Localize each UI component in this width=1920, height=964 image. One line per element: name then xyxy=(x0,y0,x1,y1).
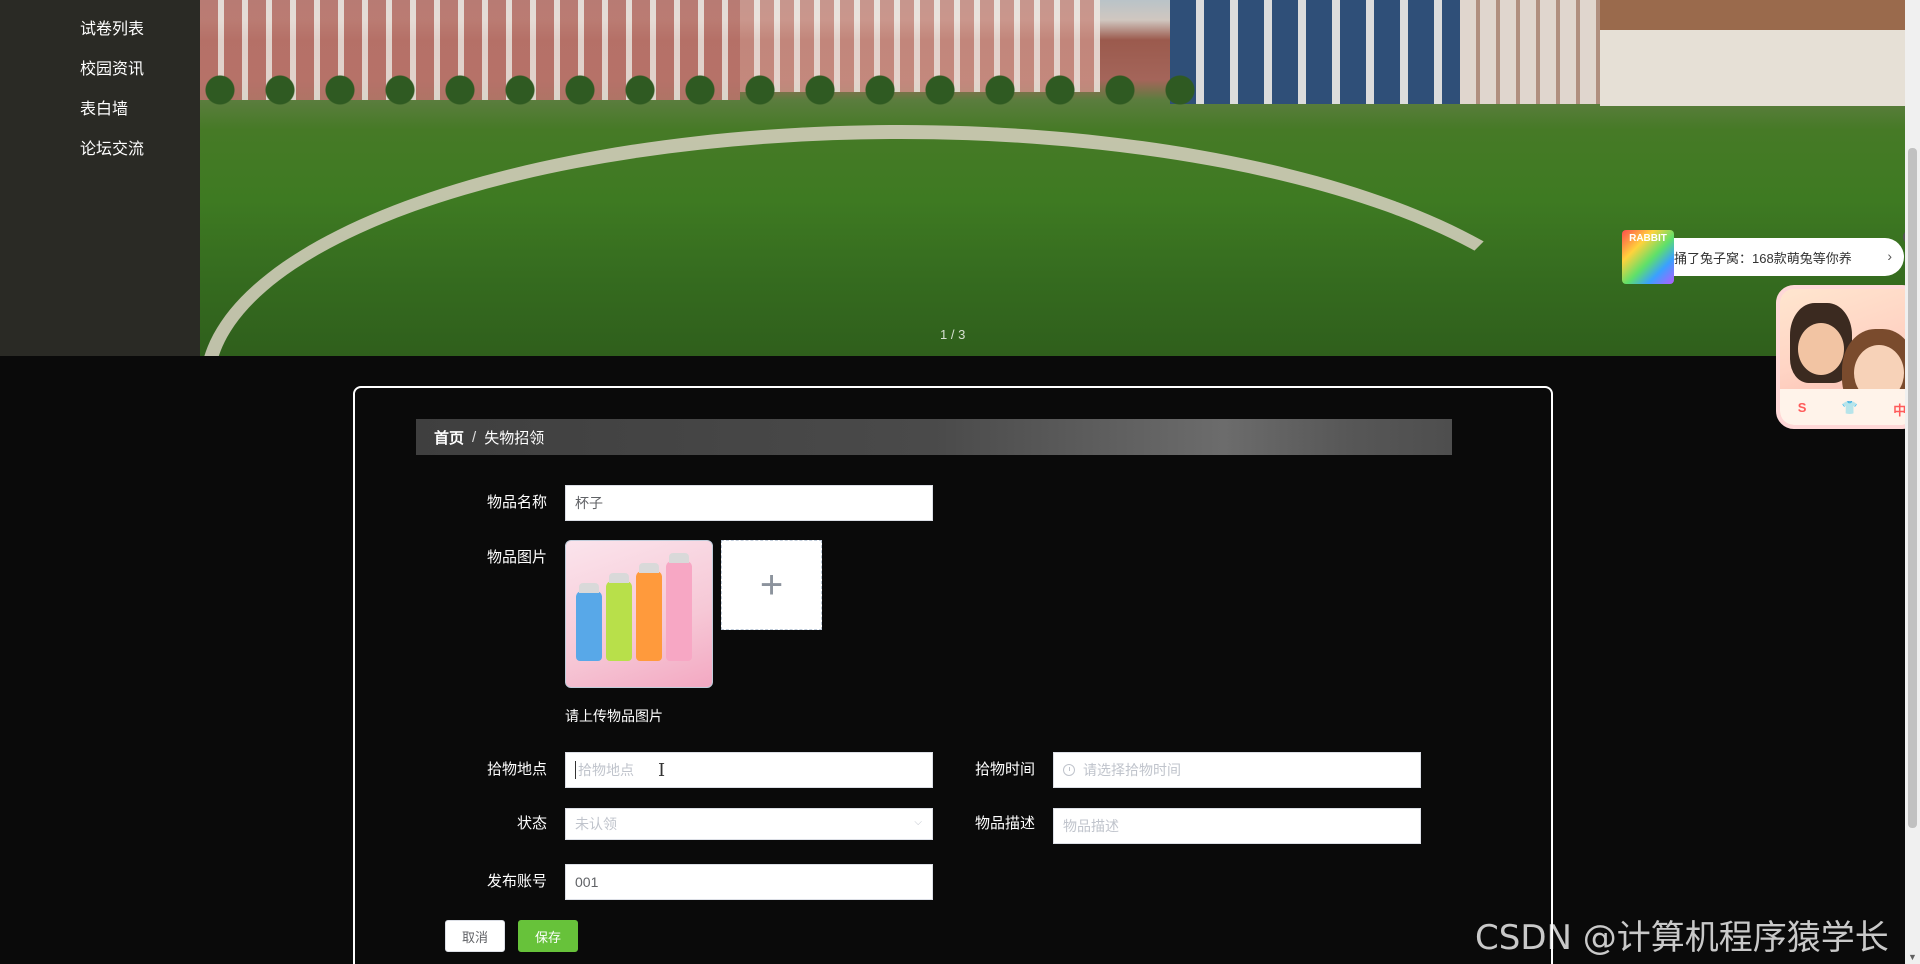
sidebar: 试卷列表 校园资讯 表白墙 论坛交流 xyxy=(0,0,200,356)
sidebar-item-campus-news[interactable]: 校园资讯 xyxy=(80,55,144,79)
chevron-right-icon: › xyxy=(1887,248,1892,264)
ad-banner-text: 捅了兔子窝：168款萌兔等你养 xyxy=(1674,250,1852,266)
description-label: 物品描述 xyxy=(974,815,1035,832)
carousel-indicator: 1 / 3 xyxy=(940,327,966,342)
ad-control-shirt-icon[interactable]: 👕 xyxy=(1842,400,1858,419)
pickup-time-placeholder: 请选择拾物时间 xyxy=(1083,762,1181,778)
status-selected-value: 未认领 xyxy=(575,816,617,832)
item-name-input[interactable]: 杯子 xyxy=(565,485,933,521)
cup-shape xyxy=(576,583,602,661)
ad-banner[interactable]: RABBIT 捅了兔子窝：168款萌兔等你养 › xyxy=(1622,230,1904,284)
image-upload-hint: 请上传物品图片 xyxy=(565,708,663,724)
description-input[interactable]: 物品描述 xyxy=(1053,808,1421,844)
plus-icon: + xyxy=(759,563,784,607)
cup-shape xyxy=(606,573,632,661)
status-label: 状态 xyxy=(516,815,547,832)
text-cursor-icon: I xyxy=(658,760,666,781)
status-select[interactable]: 未认领 ⌵ xyxy=(565,808,933,840)
sidebar-item-confession-wall[interactable]: 表白墙 xyxy=(80,95,128,119)
breadcrumb-separator: / xyxy=(472,428,477,446)
save-button[interactable]: 保存 xyxy=(518,920,578,952)
pickup-location-input[interactable]: 拾物地点 xyxy=(565,752,933,788)
item-name-label: 物品名称 xyxy=(486,494,547,511)
item-image-label: 物品图片 xyxy=(486,549,547,566)
banner-track-line xyxy=(200,125,1600,356)
ad-logo-text: RABBIT xyxy=(1629,233,1667,244)
lost-found-form-panel: 首页 / 失物招领 物品名称 杯子 物品图片 + 请上传物品图片 拾物地点 拾物… xyxy=(353,386,1553,964)
cup-shape xyxy=(636,563,662,661)
pickup-location-placeholder: 拾物地点 xyxy=(578,762,634,778)
clock-icon xyxy=(1063,764,1075,776)
banner-building xyxy=(1170,0,1460,104)
breadcrumb-current: 失物招领 xyxy=(484,429,545,447)
chevron-down-icon: ⌵ xyxy=(914,817,922,828)
uploaded-image-thumbnail[interactable] xyxy=(565,540,713,688)
ad-card[interactable]: S 👕 中 xyxy=(1776,285,1920,429)
scrollbar-thumb[interactable] xyxy=(1908,148,1917,828)
carousel-banner[interactable]: 1 / 3 xyxy=(200,0,1905,356)
publisher-account-input[interactable]: 001 xyxy=(565,864,933,900)
pickup-time-label: 拾物时间 xyxy=(974,761,1035,778)
ad-control-s-icon[interactable]: S xyxy=(1798,400,1807,419)
text-caret xyxy=(575,761,576,779)
publisher-account-label: 发布账号 xyxy=(486,873,547,890)
scroll-down-arrow-icon[interactable]: ▼ xyxy=(1908,952,1917,962)
description-placeholder: 物品描述 xyxy=(1063,818,1119,834)
cup-shape xyxy=(666,553,692,661)
csdn-watermark: CSDN @计算机程序猿学长 xyxy=(1475,918,1889,958)
breadcrumb-home[interactable]: 首页 xyxy=(434,427,464,448)
banner-building xyxy=(1600,0,1905,106)
rabbit-logo-icon: RABBIT xyxy=(1622,230,1674,284)
sidebar-item-exam-list[interactable]: 试卷列表 xyxy=(80,15,144,39)
pickup-location-label: 拾物地点 xyxy=(486,761,547,778)
banner-trees xyxy=(200,70,1200,110)
page-scrollbar[interactable]: ▼ xyxy=(1905,0,1920,964)
breadcrumb: 首页 / 失物招领 xyxy=(416,419,1452,455)
ad-controls: S 👕 中 xyxy=(1780,400,1916,419)
ad-face xyxy=(1798,323,1844,375)
cancel-button[interactable]: 取消 xyxy=(445,920,505,952)
pickup-time-picker[interactable]: 请选择拾物时间 xyxy=(1053,752,1421,788)
sidebar-item-forum[interactable]: 论坛交流 xyxy=(80,135,144,159)
image-upload-button[interactable]: + xyxy=(721,540,822,630)
